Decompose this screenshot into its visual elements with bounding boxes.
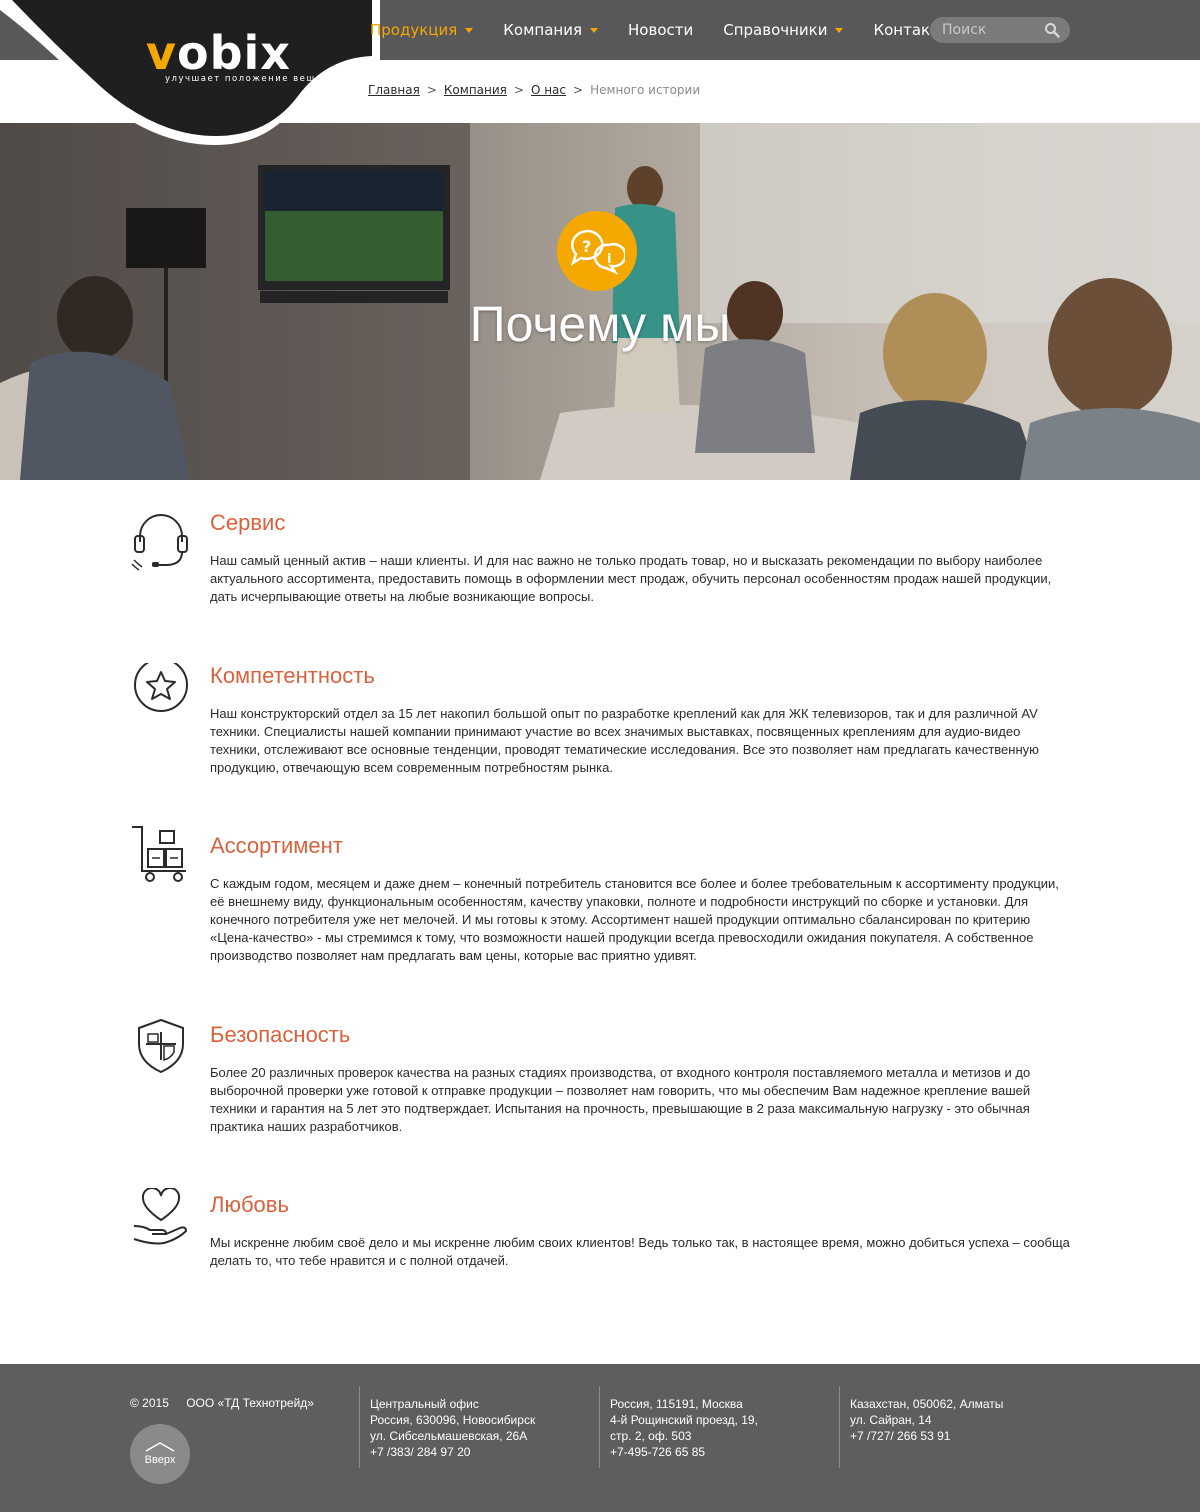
copyright-year: © 2015 <box>130 1396 169 1410</box>
breadcrumb-link-about[interactable]: О нас <box>531 83 566 97</box>
page-title: Почему мы <box>469 296 731 352</box>
office-line: 4-й Рощинский проезд, 19, <box>610 1413 758 1427</box>
office-moscow: Россия, 115191, Москва 4-й Рощинский про… <box>610 1396 758 1460</box>
office-almaty: Казахстан, 050062, Алматы ул. Сайран, 14… <box>850 1396 1003 1444</box>
office-phone: +7-495-726 65 85 <box>610 1445 706 1459</box>
footer-copyright: © 2015 ООО «ТД Технотрейд» <box>130 1396 314 1410</box>
nav-item-references[interactable]: Справочники <box>723 21 844 39</box>
logo-tagline: улучшает положение вещей <box>165 74 330 84</box>
feature-title: Ассортимент <box>210 833 343 858</box>
feature-text: Наш конструкторский отдел за 15 лет нако… <box>210 706 1039 775</box>
feature-text: Мы искренне любим своё дело и мы искренн… <box>210 1235 1070 1268</box>
footer: © 2015 ООО «ТД Технотрейд» Вверх Централ… <box>0 1364 1200 1512</box>
office-line: ул. Сибсельмашевская, 26А <box>370 1429 528 1443</box>
office-novosibirsk: Центральный офис Россия, 630096, Новосиб… <box>370 1396 535 1460</box>
hero-banner: ? i Почему мы <box>0 123 1200 480</box>
nav-item-company[interactable]: Компания <box>503 21 599 39</box>
logo-wordmark: vobix <box>146 26 291 80</box>
feature-text: Более 20 различных проверок качества на … <box>210 1065 1031 1134</box>
nav-item-products[interactable]: Продукция <box>370 21 474 39</box>
search-input[interactable] <box>930 22 1040 38</box>
scroll-top-label: Вверх <box>144 1454 176 1466</box>
chevron-down-icon <box>835 27 844 33</box>
breadcrumb-current: Немного истории <box>590 83 701 97</box>
boxes-cart-icon <box>132 826 186 882</box>
office-phone: +7 /727/ 266 53 91 <box>850 1429 951 1443</box>
breadcrumb-separator: > <box>573 83 584 97</box>
breadcrumb-link-home[interactable]: Главная <box>368 83 420 97</box>
feature-title: Сервис <box>210 510 286 535</box>
main-menu: Продукция Компания Новости Справочники К… <box>370 0 997 60</box>
headset-icon <box>131 514 188 571</box>
shield-icon <box>138 1018 184 1074</box>
nav-item-news[interactable]: Новости <box>628 21 693 39</box>
office-phone: +7 /383/ 284 97 20 <box>370 1445 471 1459</box>
feature-title: Безопасность <box>210 1022 351 1047</box>
breadcrumb-separator: > <box>513 83 524 97</box>
company-name: ООО «ТД Технотрейд» <box>186 1396 314 1410</box>
star-circle-icon <box>134 663 188 712</box>
breadcrumb-separator: > <box>426 83 437 97</box>
office-line: Центральный офис <box>370 1397 479 1411</box>
search-icon[interactable] <box>1044 22 1060 38</box>
feature-title: Любовь <box>210 1192 289 1217</box>
search-box <box>930 17 1070 43</box>
chevron-down-icon <box>590 27 599 33</box>
office-line: Россия, 630096, Новосибирск <box>370 1413 536 1427</box>
footer-divider <box>359 1386 360 1468</box>
office-line: Казахстан, 050062, Алматы <box>850 1397 1004 1411</box>
feature-title: Компетентность <box>210 663 375 688</box>
footer-divider <box>599 1386 600 1468</box>
feature-text: С каждым годом, месяцем и даже днем – ко… <box>210 876 1059 963</box>
chevron-down-icon <box>465 27 474 33</box>
svg-text:?: ? <box>582 237 591 256</box>
office-line: стр. 2, оф. 503 <box>610 1429 692 1443</box>
svg-text:i: i <box>607 252 611 267</box>
heart-hand-icon <box>133 1188 188 1245</box>
scroll-top-button[interactable]: Вверх <box>130 1424 190 1484</box>
hero-badge: ? i <box>557 211 637 291</box>
breadcrumb: Главная > Компания > О нас > Немного ист… <box>368 83 700 97</box>
footer-divider <box>839 1386 840 1468</box>
chevron-up-icon <box>145 1442 175 1452</box>
logo[interactable]: vobix улучшает положение вещей <box>0 0 380 160</box>
feature-text: Наш самый ценный актив – наши клиенты. И… <box>210 553 1052 604</box>
office-line: ул. Сайран, 14 <box>850 1413 932 1427</box>
office-line: Россия, 115191, Москва <box>610 1397 743 1411</box>
question-info-bubbles-icon: ? i <box>570 229 625 275</box>
breadcrumb-link-company[interactable]: Компания <box>444 83 507 97</box>
